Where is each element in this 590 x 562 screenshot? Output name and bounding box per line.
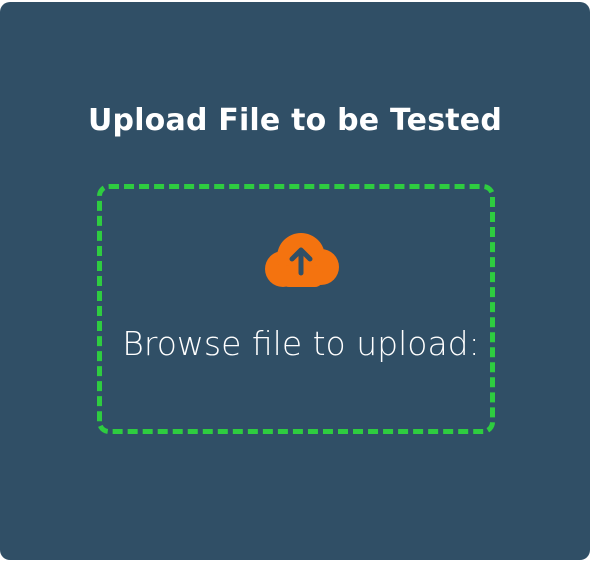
upload-card: Upload File to be Tested Browse file to … — [0, 2, 590, 560]
file-dropzone[interactable]: Browse file to upload: — [97, 184, 495, 434]
upload-title: Upload File to be Tested — [87, 103, 503, 138]
